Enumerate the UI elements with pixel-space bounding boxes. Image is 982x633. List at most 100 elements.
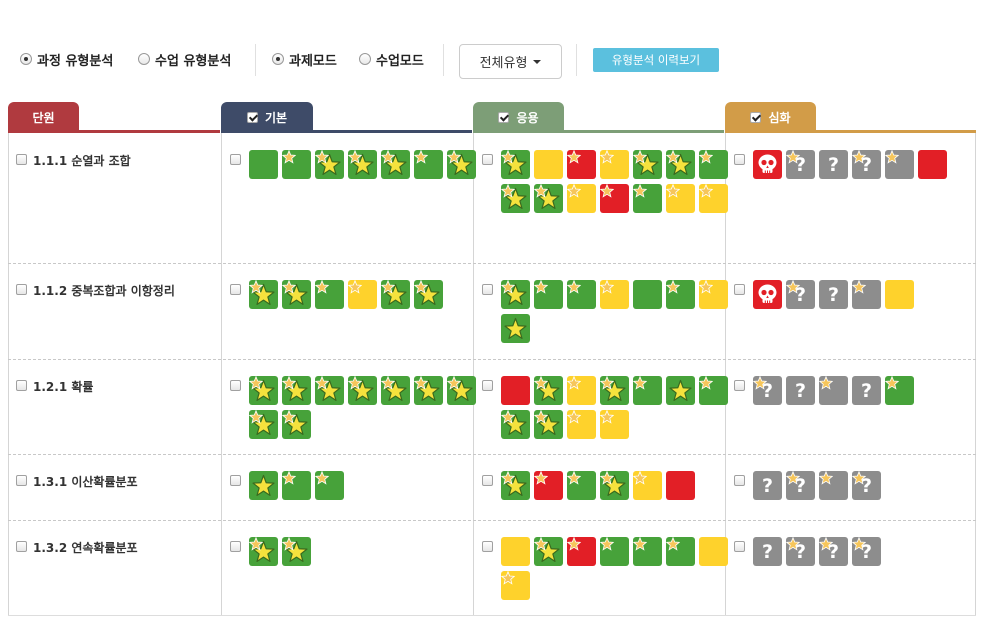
green-problem-tile[interactable]: [282, 150, 311, 179]
green-problem-tile[interactable]: [381, 150, 410, 179]
yellow-problem-tile[interactable]: [348, 280, 377, 309]
green-problem-tile[interactable]: [600, 537, 629, 566]
unit-checkbox[interactable]: [16, 154, 27, 165]
gray-problem-tile[interactable]: [819, 376, 848, 405]
gray-problem-tile[interactable]: ?: [852, 376, 881, 405]
radio-button-icon[interactable]: [138, 53, 150, 65]
gray-problem-tile[interactable]: ?: [786, 280, 815, 309]
checkbox-checked-icon[interactable]: [246, 111, 258, 123]
yellow-problem-tile[interactable]: [600, 410, 629, 439]
gray-problem-tile[interactable]: ?: [753, 376, 782, 405]
green-problem-tile[interactable]: [315, 280, 344, 309]
green-problem-tile[interactable]: [501, 314, 530, 343]
green-problem-tile[interactable]: [501, 471, 530, 500]
green-problem-tile[interactable]: [666, 376, 695, 405]
column-header-basic[interactable]: 기본: [221, 102, 313, 132]
green-problem-tile[interactable]: [315, 471, 344, 500]
gray-problem-tile[interactable]: [819, 471, 848, 500]
green-problem-tile[interactable]: [501, 280, 530, 309]
gray-problem-tile[interactable]: ?: [852, 471, 881, 500]
green-problem-tile[interactable]: [501, 150, 530, 179]
green-problem-tile[interactable]: [414, 150, 443, 179]
course-analysis-radio[interactable]: 과정 유형분석: [20, 50, 113, 69]
green-problem-tile[interactable]: [249, 537, 278, 566]
type-filter-dropdown[interactable]: 전체유형: [459, 44, 562, 79]
basic-level-checkbox[interactable]: [230, 475, 241, 486]
green-problem-tile[interactable]: [381, 376, 410, 405]
checkbox-checked-icon[interactable]: [498, 111, 510, 123]
applied-level-checkbox[interactable]: [482, 475, 493, 486]
applied-level-checkbox[interactable]: [482, 380, 493, 391]
basic-level-checkbox[interactable]: [230, 380, 241, 391]
green-problem-tile[interactable]: [633, 537, 662, 566]
green-problem-tile[interactable]: [249, 376, 278, 405]
yellow-problem-tile[interactable]: [600, 280, 629, 309]
yellow-problem-tile[interactable]: [567, 184, 596, 213]
red-problem-tile[interactable]: [753, 280, 782, 309]
red-problem-tile[interactable]: [567, 537, 596, 566]
green-problem-tile[interactable]: [567, 280, 596, 309]
gray-problem-tile[interactable]: ?: [852, 537, 881, 566]
gray-problem-tile[interactable]: ?: [786, 150, 815, 179]
green-problem-tile[interactable]: [414, 280, 443, 309]
green-problem-tile[interactable]: [249, 410, 278, 439]
green-problem-tile[interactable]: [315, 150, 344, 179]
green-problem-tile[interactable]: [282, 410, 311, 439]
yellow-problem-tile[interactable]: [885, 280, 914, 309]
yellow-problem-tile[interactable]: [567, 410, 596, 439]
radio-button-icon[interactable]: [272, 53, 284, 65]
advanced-level-checkbox[interactable]: [734, 284, 745, 295]
green-problem-tile[interactable]: [501, 410, 530, 439]
green-problem-tile[interactable]: [567, 471, 596, 500]
unit-checkbox[interactable]: [16, 475, 27, 486]
green-problem-tile[interactable]: [534, 376, 563, 405]
green-problem-tile[interactable]: [699, 150, 728, 179]
yellow-problem-tile[interactable]: [633, 471, 662, 500]
yellow-problem-tile[interactable]: [501, 571, 530, 600]
green-problem-tile[interactable]: [699, 376, 728, 405]
green-problem-tile[interactable]: [534, 537, 563, 566]
red-problem-tile[interactable]: [600, 184, 629, 213]
red-problem-tile[interactable]: [534, 471, 563, 500]
basic-level-checkbox[interactable]: [230, 541, 241, 552]
gray-problem-tile[interactable]: ?: [819, 280, 848, 309]
green-problem-tile[interactable]: [666, 150, 695, 179]
history-button[interactable]: 유형분석 이력보기: [593, 48, 719, 72]
green-problem-tile[interactable]: [501, 184, 530, 213]
green-problem-tile[interactable]: [315, 376, 344, 405]
green-problem-tile[interactable]: [282, 280, 311, 309]
green-problem-tile[interactable]: [666, 280, 695, 309]
basic-level-checkbox[interactable]: [230, 154, 241, 165]
green-problem-tile[interactable]: [414, 376, 443, 405]
gray-problem-tile[interactable]: [852, 280, 881, 309]
gray-problem-tile[interactable]: ?: [852, 150, 881, 179]
advanced-level-checkbox[interactable]: [734, 475, 745, 486]
unit-checkbox[interactable]: [16, 380, 27, 391]
green-problem-tile[interactable]: [534, 410, 563, 439]
radio-button-icon[interactable]: [359, 53, 371, 65]
yellow-problem-tile[interactable]: [699, 184, 728, 213]
green-problem-tile[interactable]: [447, 150, 476, 179]
red-problem-tile[interactable]: [666, 471, 695, 500]
gray-problem-tile[interactable]: ?: [753, 537, 782, 566]
applied-level-checkbox[interactable]: [482, 154, 493, 165]
gray-problem-tile[interactable]: ?: [786, 376, 815, 405]
unit-checkbox[interactable]: [16, 541, 27, 552]
green-problem-tile[interactable]: [633, 150, 662, 179]
green-problem-tile[interactable]: [666, 537, 695, 566]
checkbox-checked-icon[interactable]: [750, 111, 762, 123]
column-header-applied[interactable]: 응용: [473, 102, 564, 132]
green-problem-tile[interactable]: [282, 471, 311, 500]
gray-problem-tile[interactable]: ?: [753, 471, 782, 500]
yellow-problem-tile[interactable]: [666, 184, 695, 213]
yellow-problem-tile[interactable]: [699, 537, 728, 566]
green-problem-tile[interactable]: [348, 376, 377, 405]
red-problem-tile[interactable]: [753, 150, 782, 179]
radio-button-icon[interactable]: [20, 53, 32, 65]
green-problem-tile[interactable]: [633, 280, 662, 309]
red-problem-tile[interactable]: [501, 376, 530, 405]
green-problem-tile[interactable]: [600, 376, 629, 405]
yellow-problem-tile[interactable]: [600, 150, 629, 179]
green-problem-tile[interactable]: [885, 376, 914, 405]
green-problem-tile[interactable]: [534, 184, 563, 213]
